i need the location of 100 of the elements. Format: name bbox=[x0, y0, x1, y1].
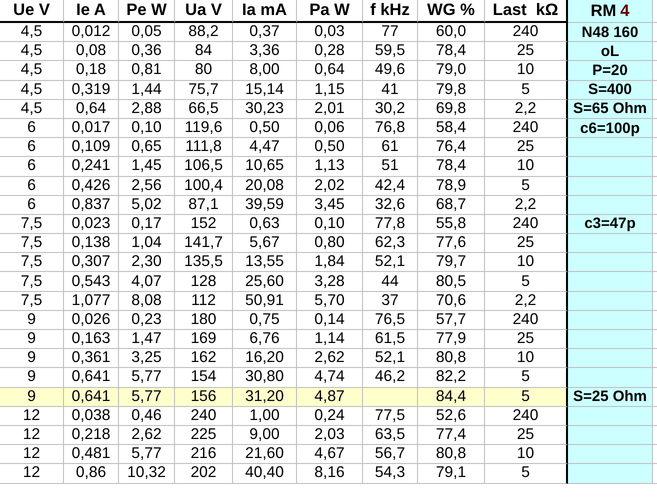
table-cell: 0,543 bbox=[64, 272, 119, 292]
table-cell: 1,15 bbox=[297, 80, 363, 100]
table-cell: 2,62 bbox=[119, 426, 175, 446]
table-cell: 1,45 bbox=[119, 157, 175, 176]
table-cell: 4,5 bbox=[0, 23, 64, 42]
table-cell: 69,8 bbox=[418, 100, 485, 119]
table-cell: 6 bbox=[0, 157, 64, 176]
table-cell: 79,1 bbox=[418, 464, 485, 484]
table-cell: 5 bbox=[485, 388, 568, 407]
table-cell: 3,45 bbox=[297, 196, 363, 215]
table-cell: 7,5 bbox=[0, 214, 64, 234]
table-cell: 4,07 bbox=[119, 272, 175, 292]
table-cell: 0,17 bbox=[119, 214, 175, 234]
table-cell: 8,00 bbox=[233, 61, 297, 81]
table-cell: 0,163 bbox=[64, 330, 119, 350]
table-cell: S=400 bbox=[568, 80, 653, 100]
table-cell: 12 bbox=[0, 426, 64, 446]
table-cell: 30,23 bbox=[233, 100, 297, 119]
table-cell: 9,00 bbox=[233, 426, 297, 446]
table-cell: 9 bbox=[0, 310, 64, 330]
table-cell: 32,6 bbox=[363, 196, 418, 215]
table-cell: 0,28 bbox=[297, 42, 363, 62]
table-cell: 0,14 bbox=[297, 310, 363, 330]
table-cell: 0,012 bbox=[64, 23, 119, 42]
table-cell: 79,0 bbox=[418, 61, 485, 81]
table-cell: 0,50 bbox=[233, 118, 297, 138]
table-cell: 4,5 bbox=[0, 100, 64, 119]
table-cell: S=65 Ohm bbox=[568, 100, 653, 119]
table-cell: 0,64 bbox=[297, 61, 363, 81]
table-cell: 66,5 bbox=[175, 100, 233, 119]
table-cell: 7,5 bbox=[0, 253, 64, 272]
table-cell: 0,36 bbox=[119, 42, 175, 62]
table-cell: 8,08 bbox=[119, 292, 175, 311]
table-cell: 57,7 bbox=[418, 310, 485, 330]
table-cell: 0,023 bbox=[64, 214, 119, 234]
table-cell: 21,60 bbox=[233, 445, 297, 464]
table-cell: 44 bbox=[363, 272, 418, 292]
table-cell: 0,23 bbox=[119, 310, 175, 330]
table-cell: 88,2 bbox=[175, 23, 233, 42]
table-cell: 77,8 bbox=[363, 214, 418, 234]
table-cell: 156 bbox=[175, 388, 233, 407]
table-cell: 9 bbox=[0, 330, 64, 350]
table-cell: 49,6 bbox=[363, 61, 418, 81]
table-cell: 9 bbox=[0, 349, 64, 368]
table-cell: 1,077 bbox=[64, 292, 119, 311]
table-cell: 6,76 bbox=[233, 330, 297, 350]
table-cell: 112 bbox=[175, 292, 233, 311]
table-cell: 40,40 bbox=[233, 464, 297, 484]
table-cell: 2,02 bbox=[297, 176, 363, 196]
table-cell: 58,4 bbox=[418, 118, 485, 138]
table-cell: 25,60 bbox=[233, 272, 297, 292]
table-cell: 0,361 bbox=[64, 349, 119, 368]
table-cell: 41 bbox=[363, 80, 418, 100]
table-cell: 0,80 bbox=[297, 234, 363, 254]
table-cell: 0,24 bbox=[297, 406, 363, 426]
table-cell: 0,307 bbox=[64, 253, 119, 272]
table-cell: 0,75 bbox=[233, 310, 297, 330]
table-cell: 128 bbox=[175, 272, 233, 292]
table-cell: 2,03 bbox=[297, 426, 363, 446]
table-cell: 3,28 bbox=[297, 272, 363, 292]
table-cell: 0,64 bbox=[64, 100, 119, 119]
table-cell: 4,5 bbox=[0, 61, 64, 81]
table-cell: 0,481 bbox=[64, 445, 119, 464]
table-cell: 62,3 bbox=[363, 234, 418, 254]
table-cell: 80 bbox=[175, 61, 233, 81]
table-cell: 77,6 bbox=[418, 234, 485, 254]
table-cell: 0,37 bbox=[233, 23, 297, 42]
table-cell: 216 bbox=[175, 445, 233, 464]
table-cell: 240 bbox=[175, 406, 233, 426]
table-cell: 87,1 bbox=[175, 196, 233, 215]
table-cell: 0,426 bbox=[64, 176, 119, 196]
table-cell: 78,4 bbox=[418, 157, 485, 176]
table-cell: 61 bbox=[363, 138, 418, 158]
table-cell: 4,47 bbox=[233, 138, 297, 158]
table-cell: 54,3 bbox=[363, 464, 418, 484]
table-cell: 6 bbox=[0, 118, 64, 138]
table-cell: 52,6 bbox=[418, 406, 485, 426]
column-header: Pa W bbox=[297, 0, 363, 23]
table-cell: 111,8 bbox=[175, 138, 233, 158]
table-cell: 84,4 bbox=[418, 388, 485, 407]
table-cell: 2,88 bbox=[119, 100, 175, 119]
table-cell: 13,55 bbox=[233, 253, 297, 272]
table-cell: 68,7 bbox=[418, 196, 485, 215]
table-cell: N48 160 bbox=[568, 23, 653, 42]
table-cell: 12 bbox=[0, 464, 64, 484]
table-cell: 50,91 bbox=[233, 292, 297, 311]
table-cell: 1,13 bbox=[297, 157, 363, 176]
table-cell: 0,641 bbox=[64, 388, 119, 407]
table-cell: 12 bbox=[0, 406, 64, 426]
table-cell: 77,9 bbox=[418, 330, 485, 350]
column-header: Ue V bbox=[0, 0, 64, 23]
table-cell: 1,14 bbox=[297, 330, 363, 350]
table-cell: 5,67 bbox=[233, 234, 297, 254]
column-header: RM 4 bbox=[568, 0, 653, 23]
table-cell: 77,4 bbox=[418, 426, 485, 446]
table-cell: 4,5 bbox=[0, 80, 64, 100]
table-cell: 84 bbox=[175, 42, 233, 62]
table-cell: 202 bbox=[175, 464, 233, 484]
table-cell: 10,65 bbox=[233, 157, 297, 176]
table-cell: oL bbox=[568, 42, 653, 62]
